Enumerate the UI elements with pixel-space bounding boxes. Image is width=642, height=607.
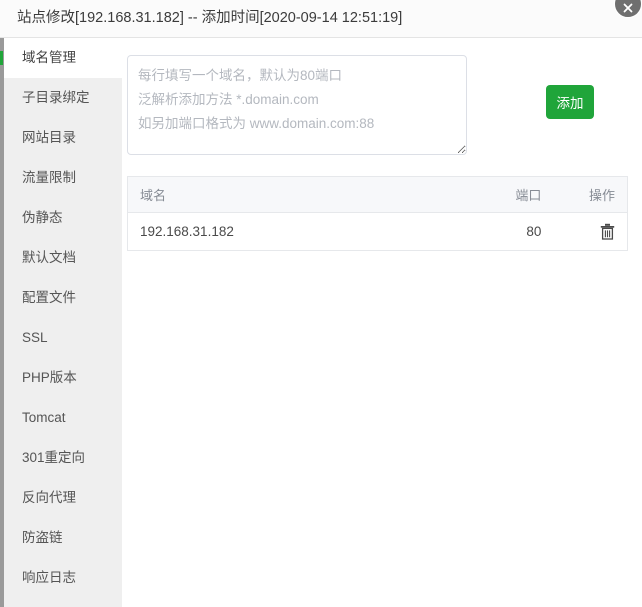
sidebar-item-subdirectory-binding[interactable]: 子目录绑定 xyxy=(4,78,122,118)
sidebar-item-anti-leech[interactable]: 防盗链 xyxy=(4,518,122,558)
domain-table-head: 域名 端口 操作 xyxy=(127,176,628,213)
cell-action xyxy=(553,212,628,251)
domain-input[interactable] xyxy=(127,55,467,155)
sidebar-item-label: 流量限制 xyxy=(22,170,76,185)
sidebar-item-label: Tomcat xyxy=(22,410,66,425)
cell-port: 80 xyxy=(458,212,554,251)
content-panel: 添加 域名 端口 操作 192.168.31.182 80 xyxy=(122,38,642,607)
sidebar-item-label: PHP版本 xyxy=(22,370,77,385)
sidebar-item-php-version[interactable]: PHP版本 xyxy=(4,358,122,398)
add-domain-button[interactable]: 添加 xyxy=(546,85,594,119)
sidebar-item-label: 网站目录 xyxy=(22,130,76,145)
domain-table: 域名 端口 操作 192.168.31.182 80 xyxy=(127,176,628,251)
column-header-action: 操作 xyxy=(553,176,628,213)
sidebar-item-label: 域名管理 xyxy=(22,50,76,65)
sidebar: 域名管理 子目录绑定 网站目录 流量限制 伪静态 默认文档 配置文件 SSL P… xyxy=(0,38,122,607)
sidebar-item-label: SSL xyxy=(22,330,48,345)
sidebar-item-label: 响应日志 xyxy=(22,570,76,585)
column-header-port: 端口 xyxy=(458,176,554,213)
sidebar-item-label: 防盗链 xyxy=(22,530,63,545)
table-row: 192.168.31.182 80 xyxy=(127,212,628,251)
sidebar-item-default-document[interactable]: 默认文档 xyxy=(4,238,122,278)
sidebar-item-response-log[interactable]: 响应日志 xyxy=(4,558,122,598)
sidebar-item-tomcat[interactable]: Tomcat xyxy=(4,398,122,438)
sidebar-item-label: 默认文档 xyxy=(22,250,76,265)
trash-icon[interactable] xyxy=(600,223,615,240)
column-header-domain: 域名 xyxy=(127,176,459,213)
domain-add-form: 添加 xyxy=(127,55,637,159)
sidebar-item-label: 301重定向 xyxy=(22,450,86,465)
sidebar-item-config-file[interactable]: 配置文件 xyxy=(4,278,122,318)
dialog-title: 站点修改[192.168.31.182] -- 添加时间[2020-09-14 … xyxy=(17,10,403,26)
sidebar-item-domain-management[interactable]: 域名管理 xyxy=(0,38,122,78)
sidebar-item-website-directory[interactable]: 网站目录 xyxy=(4,118,122,158)
domain-table-body: 192.168.31.182 80 xyxy=(127,212,628,251)
sidebar-item-ssl[interactable]: SSL xyxy=(4,318,122,358)
sidebar-item-label: 反向代理 xyxy=(22,490,76,505)
sidebar-item-301-redirect[interactable]: 301重定向 xyxy=(4,438,122,478)
cell-domain: 192.168.31.182 xyxy=(127,212,459,251)
dialog-titlebar: 站点修改[192.168.31.182] -- 添加时间[2020-09-14 … xyxy=(0,0,642,38)
sidebar-item-reverse-proxy[interactable]: 反向代理 xyxy=(4,478,122,518)
table-header-row: 域名 端口 操作 xyxy=(127,176,628,213)
sidebar-item-rewrite[interactable]: 伪静态 xyxy=(4,198,122,238)
sidebar-item-label: 配置文件 xyxy=(22,290,76,305)
sidebar-item-label: 伪静态 xyxy=(22,210,63,225)
site-edit-dialog: 站点修改[192.168.31.182] -- 添加时间[2020-09-14 … xyxy=(0,0,642,607)
sidebar-item-label: 子目录绑定 xyxy=(22,90,90,105)
sidebar-item-traffic-limit[interactable]: 流量限制 xyxy=(4,158,122,198)
